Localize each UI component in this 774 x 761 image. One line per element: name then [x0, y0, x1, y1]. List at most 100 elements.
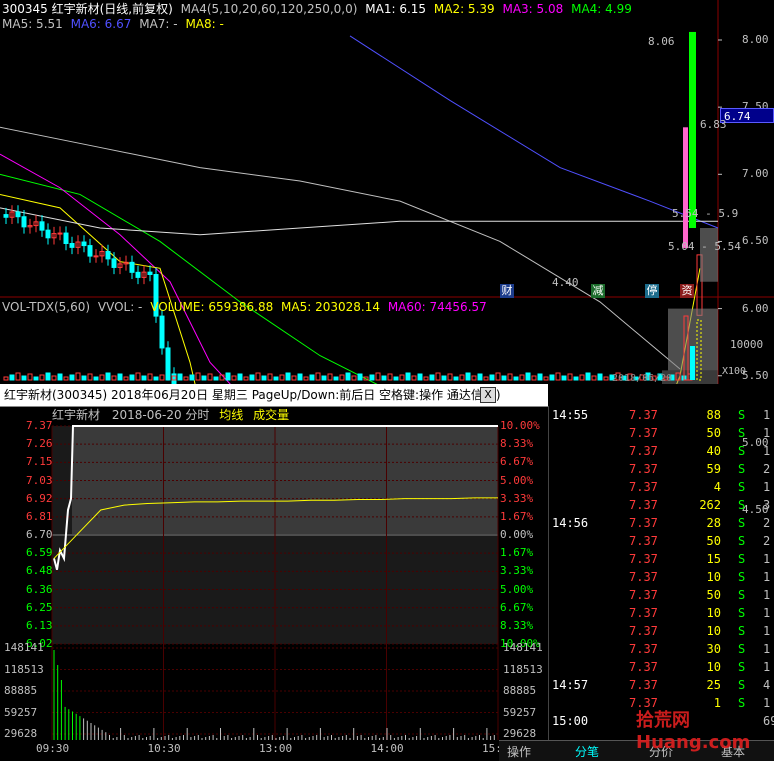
trade-row[interactable]: 7.37 4 S 1: [549, 479, 774, 497]
intraday-pct-label: 8.33%: [500, 437, 534, 451]
truncated-date: 2018/06/20: [612, 374, 673, 384]
volume-header: VOL-TDX(5,60) VVOL: - VOLUME: 659386.88 …: [2, 300, 491, 314]
close-button[interactable]: X: [480, 387, 496, 403]
price-tick-label: 7.00: [742, 167, 769, 181]
volume-bar: [447, 373, 453, 381]
ma1-value: MA1: 6.15: [365, 2, 427, 16]
trade-extra: 1: [763, 480, 771, 494]
intraday-price-label: 6.13: [26, 618, 53, 632]
trade-time: 15:00: [552, 714, 589, 728]
volume-bar: [99, 374, 105, 381]
trade-row[interactable]: 7.37 50 S 1: [549, 425, 774, 443]
marker-jian[interactable]: 减: [591, 284, 605, 298]
trade-vol: 50: [706, 588, 721, 602]
vol-axis-label: 29628: [4, 727, 38, 740]
vol-axis-label: 118513: [4, 662, 44, 676]
time-label: 10:30: [147, 742, 181, 755]
trade-side: S: [738, 480, 746, 494]
intraday-header: 红宇新材 2018-06-20 分时 均线 成交量: [52, 407, 289, 423]
intraday-popup-titlebar: 红宇新材(300345) 2018年06月20日 星期三 PageUp/Down…: [0, 384, 548, 407]
trade-row[interactable]: 7.37 40 S 1: [549, 443, 774, 461]
kline-chart[interactable]: [0, 0, 774, 384]
price-tick-label: 6.50: [742, 234, 769, 248]
candle-body: [39, 221, 45, 231]
volume-bar: [267, 373, 273, 381]
vol-axis-label: 148141: [4, 641, 44, 654]
trade-row[interactable]: 7.37 50 S 2: [549, 533, 774, 551]
volume-bar: [561, 375, 567, 381]
ma6-line: [349, 35, 719, 229]
trade-side: S: [738, 570, 746, 584]
intraday-price-label: 7.15: [26, 455, 53, 469]
watermark-logo: 拾荒网 Huang.com: [636, 710, 751, 753]
volume-bar: [75, 372, 81, 381]
volume-bar: [69, 374, 75, 381]
volume-bar: [123, 376, 129, 381]
trade-row[interactable]: 7.37 262 S 3: [549, 497, 774, 515]
intraday-pct-label: 5.00%: [500, 582, 534, 596]
trade-price: 7.37: [629, 660, 658, 674]
trade-price: 7.37: [629, 480, 658, 494]
trade-row[interactable]: 7.37 10 S 1: [549, 569, 774, 587]
marker-zi[interactable]: 资: [680, 284, 694, 298]
trade-price: 7.37: [629, 606, 658, 620]
volume-bar: [435, 372, 441, 381]
vol-axis-label: 29628: [503, 727, 537, 740]
time-label: 14:00: [370, 742, 404, 755]
trade-row[interactable]: 14:56 7.37 28 S 2: [549, 515, 774, 533]
trade-row[interactable]: 14:55 7.37 88 S 1: [549, 407, 774, 425]
tab-operate[interactable]: 操作: [507, 743, 531, 760]
trade-row[interactable]: 7.37 30 S 1: [549, 641, 774, 659]
trade-row[interactable]: 7.37 10 S 1: [549, 605, 774, 623]
trade-time: 14:56: [552, 516, 589, 530]
volume-bar: [81, 375, 87, 381]
popup-title: 红宇新材(300345) 2018年06月20日 星期三 PageUp/Down…: [4, 388, 501, 402]
ma2-value: MA2: 5.39: [433, 2, 495, 16]
tab-fenbi[interactable]: 分笔: [575, 743, 599, 760]
trade-vol: 28: [706, 516, 721, 530]
intraday-date: 2018-06-20 分时: [111, 408, 210, 422]
trade-price: 7.37: [629, 678, 658, 692]
trade-row[interactable]: 7.37 10 S 1: [549, 623, 774, 641]
trade-vol: 4: [713, 480, 721, 494]
volume-bar: [501, 375, 507, 381]
intraday-price-label: 6.59: [26, 546, 53, 560]
volume-bar: [105, 372, 111, 381]
trade-vol: 10: [706, 660, 721, 674]
trade-price: 7.37: [629, 534, 658, 548]
annotation-683: 6.83: [700, 118, 727, 131]
trade-row[interactable]: 14:57 7.37 25 S 4: [549, 677, 774, 695]
trade-vol: 40: [706, 444, 721, 458]
intraday-pct-label: 5.00%: [500, 473, 534, 487]
trade-row[interactable]: 7.37 15 S 1: [549, 551, 774, 569]
candle-body: [45, 229, 51, 239]
intraday-price-label: 6.81: [26, 509, 53, 523]
trade-side: S: [738, 462, 746, 476]
intraday-price-label: 6.92: [26, 491, 53, 505]
trade-row[interactable]: 7.37 59 S 2: [549, 461, 774, 479]
volume-bar: [585, 372, 591, 381]
candle-body: [129, 261, 135, 273]
trade-vol: 262: [699, 498, 721, 512]
trade-vol: 25: [706, 678, 721, 692]
volume-bar: [93, 376, 99, 381]
intraday-price-label: 6.70: [26, 528, 53, 541]
volume-bar: [21, 375, 27, 381]
volume-bar: [345, 372, 351, 381]
trade-extra: 1: [763, 552, 771, 566]
volume-tick: 10000: [730, 338, 764, 351]
volume-bar: [249, 374, 255, 381]
trade-row[interactable]: 7.37 10 S 1: [549, 659, 774, 677]
ma7-value: MA7: -: [139, 17, 178, 31]
volume-bar: [255, 372, 261, 381]
volume-bar: [555, 372, 561, 381]
marker-cai[interactable]: 财: [500, 284, 514, 298]
trade-row[interactable]: 7.37 50 S 1: [549, 587, 774, 605]
intraday-pct-label: 6.67%: [500, 455, 534, 469]
volume-bar: [339, 374, 345, 381]
marker-ting[interactable]: 停: [645, 284, 659, 298]
volume-bar: [57, 373, 63, 381]
volume-unit: X100: [722, 366, 747, 377]
intraday-chart[interactable]: [0, 406, 548, 760]
vol-axis-label: 88885: [503, 684, 537, 697]
